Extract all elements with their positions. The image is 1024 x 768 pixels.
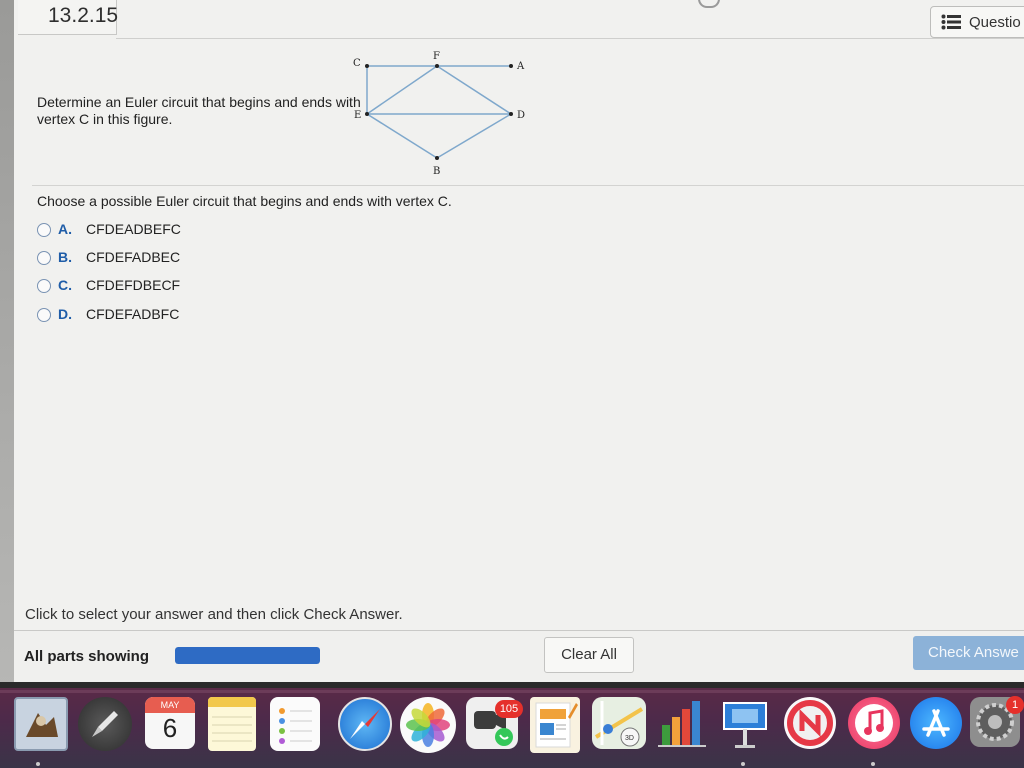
clear-all-button[interactable]: Clear All: [544, 637, 634, 673]
question-number-box: 13.2.15: [18, 0, 119, 35]
option-a-radio[interactable]: [37, 223, 51, 237]
question-number: 13.2.15: [48, 4, 119, 27]
vertex-f: [435, 64, 439, 68]
window-edge: [0, 0, 14, 688]
parts-label: All parts showing: [24, 648, 150, 665]
option-b-letter: B.: [58, 249, 72, 265]
launchpad-icon[interactable]: [78, 697, 132, 751]
preferences-badge: 1: [1006, 696, 1024, 714]
app-window: 13.2.15 Questio Determine an Euler circu…: [0, 0, 1024, 688]
dock-shelf: [0, 690, 1024, 693]
music-icon[interactable]: [848, 697, 900, 749]
option-b-radio[interactable]: [37, 251, 51, 265]
option-d-radio[interactable]: [37, 308, 51, 322]
reminders-icon[interactable]: [270, 697, 320, 751]
running-indicator: [36, 762, 40, 766]
edge-f-e: [366, 65, 438, 115]
pages-icon[interactable]: [530, 697, 580, 753]
calendar-month: MAY: [145, 697, 195, 713]
option-a-letter: A.: [58, 221, 72, 237]
notes-icon[interactable]: [208, 697, 256, 751]
option-c-radio[interactable]: [37, 279, 51, 293]
option-a-text: CFDEADBEFC: [86, 221, 181, 237]
keynote-icon[interactable]: [718, 697, 772, 753]
edge-f-d: [436, 65, 512, 115]
footer-bar: [14, 631, 1024, 682]
running-indicator: [871, 762, 875, 766]
news-icon[interactable]: [784, 697, 836, 749]
progress-fill: [175, 647, 320, 664]
question-prompt: Determine an Euler circuit that begins a…: [37, 94, 361, 127]
vertex-label-e: E: [354, 110, 361, 121]
calendar-day: 6: [162, 713, 178, 743]
safari-icon[interactable]: [338, 697, 392, 751]
option-d-text: CFDEFADBFC: [86, 306, 180, 322]
vertex-e: [365, 112, 369, 116]
app-store-icon[interactable]: [910, 697, 962, 749]
section-divider: [32, 185, 1024, 186]
facetime-badge: 105: [495, 700, 523, 718]
option-d-letter: D.: [58, 306, 72, 322]
option-c-text: CFDEFDBECF: [86, 277, 181, 293]
option-c-letter: C.: [58, 277, 72, 293]
check-answer-button[interactable]: Check Answe: [913, 636, 1024, 670]
graph-figure: C F A E D B: [353, 51, 525, 177]
vertex-a: [509, 64, 513, 68]
vertex-label-d: D: [517, 110, 525, 121]
vertex-label-f: F: [433, 51, 440, 62]
answer-instruction: Choose a possible Euler circuit that beg…: [37, 193, 452, 209]
numbers-icon[interactable]: [656, 697, 710, 751]
questions-button[interactable]: Questio: [930, 6, 1024, 38]
edge-e-b: [366, 113, 438, 159]
vertex-label-c: C: [353, 58, 361, 69]
vertex-b: [435, 156, 439, 160]
vertex-label-a: A: [516, 61, 525, 72]
option-b-text: CFDEFADBEC: [86, 249, 181, 265]
vertex-d: [509, 112, 513, 116]
photos-icon[interactable]: [400, 697, 456, 753]
preview-icon[interactable]: [14, 697, 68, 751]
vertex-c: [365, 64, 369, 68]
footer-instruction: Click to select your answer and then cli…: [25, 606, 403, 623]
list-icon: [941, 14, 961, 30]
edge-d-b: [436, 113, 512, 159]
svg-text:3D: 3D: [625, 735, 634, 742]
progress-bar: [175, 647, 320, 664]
calendar-icon[interactable]: MAY 6: [145, 697, 195, 749]
vertex-label-b: B: [433, 166, 440, 177]
questions-button-label: Questio: [969, 14, 1021, 31]
maps-icon[interactable]: 3D: [592, 697, 646, 749]
header-divider: [116, 38, 1024, 39]
running-indicator: [741, 762, 745, 766]
